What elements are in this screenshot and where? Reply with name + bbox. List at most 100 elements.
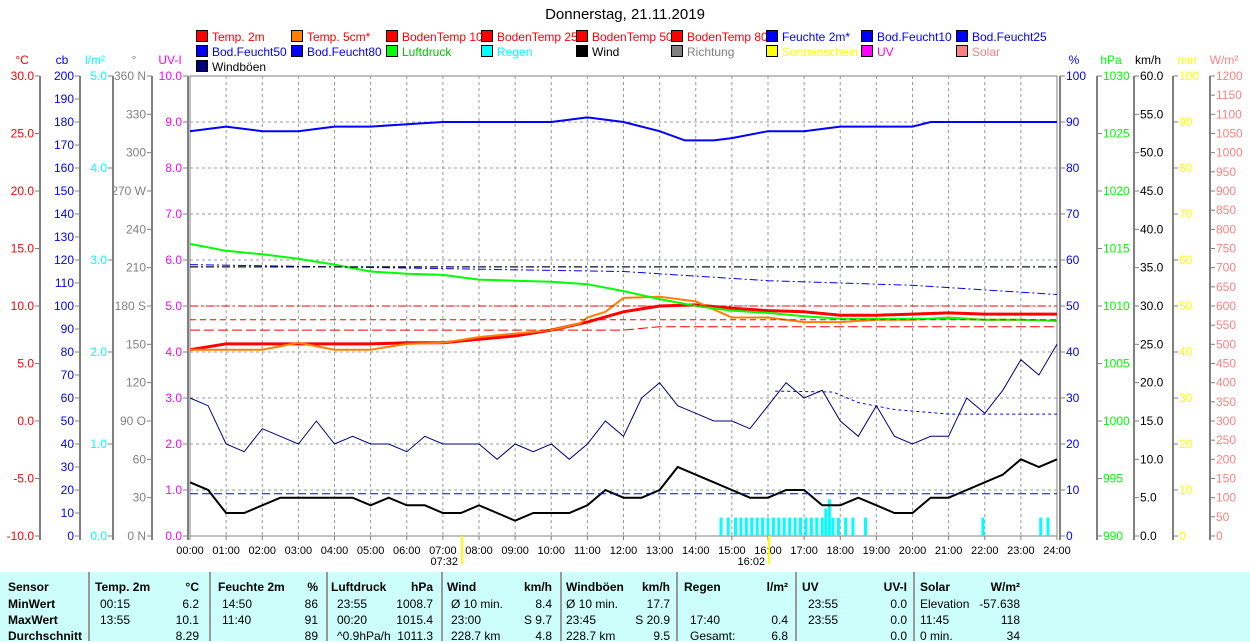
rain-bar <box>755 517 759 536</box>
axis-tick-label: 20.0 <box>11 184 35 198</box>
axis-tick-label: 1000 <box>1216 146 1243 160</box>
axis-tick-label: 1200 <box>1216 69 1243 83</box>
rain-bar <box>761 517 765 536</box>
stats-cell: Elevation <box>920 597 970 611</box>
axis-unit: km/h <box>1135 53 1161 67</box>
axis-tick-label: 60 <box>133 452 147 466</box>
axis-tick-label: 100 <box>54 299 74 313</box>
stats-cell: 23:00 <box>451 613 482 627</box>
axis-tick-label: 10 <box>1066 483 1080 497</box>
x-tick-label: 14:00 <box>682 545 710 557</box>
axis-tick-label: 1050 <box>1216 127 1243 141</box>
x-tick-label: 11:00 <box>574 545 601 557</box>
rain-bar <box>733 517 737 536</box>
rain-bar <box>815 517 819 536</box>
axis-tick-label: 0 <box>1216 529 1223 543</box>
stats-cell: UV <box>802 580 819 594</box>
axis-tick-label: 35.0 <box>1140 261 1164 275</box>
stats-cell: 11:45 <box>920 613 950 627</box>
axis-tick-label: 180 S <box>115 299 146 313</box>
x-tick-label: 20:00 <box>899 545 927 557</box>
axis-tick-label: 100 <box>1179 69 1199 83</box>
x-tick-label: 17:00 <box>790 545 818 557</box>
stats-cell: °C <box>185 580 199 594</box>
rain-bar <box>1039 517 1043 536</box>
axis-tick-label: 400 <box>1216 376 1236 390</box>
axis-tick-label: 350 <box>1216 395 1236 409</box>
x-tick-label: 03:00 <box>285 545 313 557</box>
axis-tick-label: 10.0 <box>1140 452 1164 466</box>
rain-bar <box>777 517 781 536</box>
axis-tick-label: 200 <box>1216 452 1236 466</box>
axis-tick-label: 4.0 <box>90 161 107 175</box>
axis-tick-label: 180 <box>54 115 74 129</box>
stats-cell: S 9.7 <box>523 613 552 627</box>
axis-tick-label: 150 <box>126 337 146 351</box>
axis-tick-label: 120 <box>54 253 74 267</box>
stats-cell: km/h <box>641 580 670 594</box>
axis-tick-label: 50 <box>61 414 75 428</box>
stats-cell: Temp. 2m <box>95 580 151 594</box>
column-separator <box>209 572 211 641</box>
stats-cell: 0.4 <box>771 613 788 627</box>
x-tick-label: 10:00 <box>537 545 565 557</box>
rain-bar <box>831 517 835 536</box>
axis-unit: UV-I <box>158 53 181 67</box>
axis-unit: hPa <box>1100 53 1122 67</box>
axis-tick-label: 10.0 <box>11 299 35 313</box>
stats-cell: 118 <box>1000 613 1020 627</box>
x-tick-label: 05:00 <box>357 545 385 557</box>
stats-cell: 91 <box>304 613 318 627</box>
stats-cell: 23:55 <box>808 597 839 611</box>
axis-tick-label: 30 <box>133 491 147 505</box>
axis-tick-label: 90 <box>61 322 75 336</box>
axis-tick-label: 850 <box>1216 203 1236 217</box>
axis-tick-label: 100 <box>1066 69 1086 83</box>
stats-cell: Luftdruck <box>331 580 387 594</box>
column-separator <box>441 572 443 641</box>
axis-tick-label: 100 <box>1216 491 1236 505</box>
axis-tick-label: 950 <box>1216 165 1236 179</box>
stats-cell: MaxWert <box>8 613 58 627</box>
x-tick-label: 01:00 <box>212 545 240 557</box>
rain-bar <box>744 517 748 536</box>
stats-cell: 13:55 <box>100 613 131 627</box>
rain-bar <box>824 508 828 536</box>
x-tick-label: 06:00 <box>393 545 421 557</box>
axis-tick-label: 50 <box>1216 510 1230 524</box>
axis-tick-label: 90 <box>1179 115 1193 129</box>
axis-tick-label: 30 <box>1066 391 1080 405</box>
stats-cell: Windböen <box>566 580 624 594</box>
axis-tick-label: 9.0 <box>165 115 182 129</box>
stats-cell: 11:40 <box>222 613 252 627</box>
axis-tick-label: 0 <box>1066 529 1073 543</box>
rain-bar <box>719 517 723 536</box>
axis-tick-label: 150 <box>1216 472 1236 486</box>
rain-bar <box>981 517 985 536</box>
axis-tick-label: 300 <box>1216 414 1236 428</box>
axis-tick-label: -10.0 <box>7 529 35 543</box>
axis-tick-label: 20 <box>61 483 75 497</box>
axis-tick-label: 3.0 <box>165 391 182 405</box>
axis-tick-label: 10.0 <box>159 69 183 83</box>
x-tick-label: 13:00 <box>646 545 674 557</box>
rain-bar <box>799 517 803 536</box>
stats-cell: S 20.9 <box>635 613 670 627</box>
x-tick-label: 21:00 <box>935 545 963 557</box>
axis-tick-label: 30 <box>1179 391 1193 405</box>
stats-cell: % <box>307 580 318 594</box>
axis-tick-label: 50.0 <box>1140 146 1164 160</box>
axis-tick-label: 20 <box>1179 437 1193 451</box>
axis-tick-label: 60 <box>1066 253 1080 267</box>
stats-cell: UV-I <box>883 580 907 594</box>
axis-tick-label: 50 <box>1066 299 1080 313</box>
axis-tick-label: 270 W <box>111 184 146 198</box>
x-tick-label: 19:00 <box>863 545 891 557</box>
axis-tick-label: 15.0 <box>11 242 35 256</box>
stats-cell: MinWert <box>8 597 56 611</box>
axis-tick-label: 1150 <box>1216 88 1242 102</box>
axis-tick-label: 110 <box>55 276 74 290</box>
stats-cell: 17:40 <box>690 613 721 627</box>
axis-tick-label: 0.0 <box>1140 529 1157 543</box>
axis-tick-label: 5.0 <box>165 299 182 313</box>
